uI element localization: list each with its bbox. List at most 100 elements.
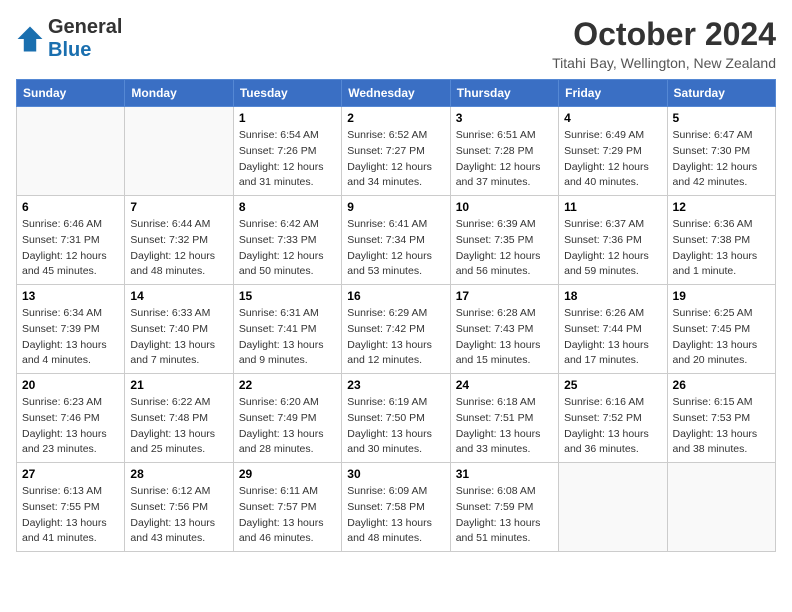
calendar-cell: 10 Sunrise: 6:39 AMSunset: 7:35 PMDayligh…	[450, 196, 558, 285]
calendar-cell: 19 Sunrise: 6:25 AMSunset: 7:45 PMDayligh…	[667, 285, 775, 374]
day-info: Sunrise: 6:26 AMSunset: 7:44 PMDaylight:…	[564, 306, 661, 369]
day-info: Sunrise: 6:39 AMSunset: 7:35 PMDaylight:…	[456, 217, 553, 280]
logo-icon	[16, 25, 44, 53]
day-info: Sunrise: 6:22 AMSunset: 7:48 PMDaylight:…	[130, 395, 227, 458]
calendar-week-row: 1Sunrise: 6:54 AMSunset: 7:26 PMDaylight…	[17, 107, 776, 196]
day-info: Sunrise: 6:19 AMSunset: 7:50 PMDaylight:…	[347, 395, 444, 458]
day-info: Sunrise: 6:33 AMSunset: 7:40 PMDaylight:…	[130, 306, 227, 369]
page-header: General Blue October 2024 Titahi Bay, We…	[16, 16, 776, 71]
day-info: Sunrise: 6:37 AMSunset: 7:36 PMDaylight:…	[564, 217, 661, 280]
weekday-header-saturday: Saturday	[667, 80, 775, 107]
day-number: 11	[564, 200, 661, 214]
day-number: 31	[456, 467, 553, 481]
calendar-week-row: 20Sunrise: 6:23 AMSunset: 7:46 PMDayligh…	[17, 374, 776, 463]
day-number: 26	[673, 378, 770, 392]
calendar-cell: 29 Sunrise: 6:11 AMSunset: 7:57 PMDayligh…	[233, 463, 341, 552]
weekday-header-monday: Monday	[125, 80, 233, 107]
logo: General Blue	[16, 16, 122, 62]
calendar-cell: 21 Sunrise: 6:22 AMSunset: 7:48 PMDayligh…	[125, 374, 233, 463]
weekday-header-thursday: Thursday	[450, 80, 558, 107]
calendar-cell	[559, 463, 667, 552]
month-title: October 2024	[552, 16, 776, 53]
calendar-header-row: SundayMondayTuesdayWednesdayThursdayFrid…	[17, 80, 776, 107]
day-number: 29	[239, 467, 336, 481]
logo-blue-text: Blue	[48, 39, 91, 61]
logo-general-text: General	[48, 16, 122, 39]
day-number: 27	[22, 467, 119, 481]
day-info: Sunrise: 6:54 AMSunset: 7:26 PMDaylight:…	[239, 128, 336, 191]
calendar-week-row: 6 Sunrise: 6:46 AMSunset: 7:31 PMDaylight…	[17, 196, 776, 285]
day-number: 6	[22, 200, 119, 214]
day-number: 24	[456, 378, 553, 392]
day-number: 10	[456, 200, 553, 214]
calendar-cell: 27Sunrise: 6:13 AMSunset: 7:55 PMDayligh…	[17, 463, 125, 552]
calendar-cell	[667, 463, 775, 552]
title-area: October 2024 Titahi Bay, Wellington, New…	[552, 16, 776, 71]
day-number: 20	[22, 378, 119, 392]
calendar-cell: 9Sunrise: 6:41 AMSunset: 7:34 PMDaylight…	[342, 196, 450, 285]
calendar-cell: 23 Sunrise: 6:19 AMSunset: 7:50 PMDayligh…	[342, 374, 450, 463]
day-number: 25	[564, 378, 661, 392]
calendar-cell: 8 Sunrise: 6:42 AMSunset: 7:33 PMDaylight…	[233, 196, 341, 285]
day-number: 8	[239, 200, 336, 214]
calendar-cell: 20Sunrise: 6:23 AMSunset: 7:46 PMDayligh…	[17, 374, 125, 463]
calendar-cell: 24 Sunrise: 6:18 AMSunset: 7:51 PMDayligh…	[450, 374, 558, 463]
day-info: Sunrise: 6:51 AMSunset: 7:28 PMDaylight:…	[456, 128, 553, 191]
day-info: Sunrise: 6:15 AMSunset: 7:53 PMDaylight:…	[673, 395, 770, 458]
day-number: 4	[564, 111, 661, 125]
day-number: 23	[347, 378, 444, 392]
day-number: 21	[130, 378, 227, 392]
day-number: 22	[239, 378, 336, 392]
weekday-header-wednesday: Wednesday	[342, 80, 450, 107]
day-info: Sunrise: 6:47 AMSunset: 7:30 PMDaylight:…	[673, 128, 770, 191]
day-number: 28	[130, 467, 227, 481]
calendar-cell: 13 Sunrise: 6:34 AMSunset: 7:39 PMDayligh…	[17, 285, 125, 374]
calendar-cell: 1Sunrise: 6:54 AMSunset: 7:26 PMDaylight…	[233, 107, 341, 196]
day-info: Sunrise: 6:41 AMSunset: 7:34 PMDaylight:…	[347, 217, 444, 280]
day-info: Sunrise: 6:25 AMSunset: 7:45 PMDaylight:…	[673, 306, 770, 369]
day-number: 17	[456, 289, 553, 303]
calendar-cell: 30Sunrise: 6:09 AMSunset: 7:58 PMDayligh…	[342, 463, 450, 552]
day-info: Sunrise: 6:12 AMSunset: 7:56 PMDaylight:…	[130, 484, 227, 547]
day-number: 2	[347, 111, 444, 125]
day-info: Sunrise: 6:08 AMSunset: 7:59 PMDaylight:…	[456, 484, 553, 547]
day-info: Sunrise: 6:46 AMSunset: 7:31 PMDaylight:…	[22, 217, 119, 280]
day-info: Sunrise: 6:18 AMSunset: 7:51 PMDaylight:…	[456, 395, 553, 458]
day-info: Sunrise: 6:09 AMSunset: 7:58 PMDaylight:…	[347, 484, 444, 547]
calendar-cell: 12Sunrise: 6:36 AMSunset: 7:38 PMDayligh…	[667, 196, 775, 285]
day-info: Sunrise: 6:42 AMSunset: 7:33 PMDaylight:…	[239, 217, 336, 280]
day-number: 5	[673, 111, 770, 125]
calendar-cell: 5 Sunrise: 6:47 AMSunset: 7:30 PMDaylight…	[667, 107, 775, 196]
calendar-cell: 3 Sunrise: 6:51 AMSunset: 7:28 PMDaylight…	[450, 107, 558, 196]
calendar-cell: 25 Sunrise: 6:16 AMSunset: 7:52 PMDayligh…	[559, 374, 667, 463]
calendar-cell: 11 Sunrise: 6:37 AMSunset: 7:36 PMDayligh…	[559, 196, 667, 285]
weekday-header-friday: Friday	[559, 80, 667, 107]
calendar-cell: 31 Sunrise: 6:08 AMSunset: 7:59 PMDayligh…	[450, 463, 558, 552]
day-info: Sunrise: 6:34 AMSunset: 7:39 PMDaylight:…	[22, 306, 119, 369]
day-info: Sunrise: 6:28 AMSunset: 7:43 PMDaylight:…	[456, 306, 553, 369]
day-info: Sunrise: 6:16 AMSunset: 7:52 PMDaylight:…	[564, 395, 661, 458]
calendar-week-row: 13 Sunrise: 6:34 AMSunset: 7:39 PMDayligh…	[17, 285, 776, 374]
day-number: 19	[673, 289, 770, 303]
day-info: Sunrise: 6:31 AMSunset: 7:41 PMDaylight:…	[239, 306, 336, 369]
day-info: Sunrise: 6:36 AMSunset: 7:38 PMDaylight:…	[673, 217, 770, 280]
day-info: Sunrise: 6:20 AMSunset: 7:49 PMDaylight:…	[239, 395, 336, 458]
weekday-header-sunday: Sunday	[17, 80, 125, 107]
day-number: 15	[239, 289, 336, 303]
day-info: Sunrise: 6:29 AMSunset: 7:42 PMDaylight:…	[347, 306, 444, 369]
day-number: 7	[130, 200, 227, 214]
calendar-cell: 2Sunrise: 6:52 AMSunset: 7:27 PMDaylight…	[342, 107, 450, 196]
day-number: 14	[130, 289, 227, 303]
calendar-cell: 15 Sunrise: 6:31 AMSunset: 7:41 PMDayligh…	[233, 285, 341, 374]
day-number: 3	[456, 111, 553, 125]
calendar-cell: 7 Sunrise: 6:44 AMSunset: 7:32 PMDaylight…	[125, 196, 233, 285]
calendar-cell: 17 Sunrise: 6:28 AMSunset: 7:43 PMDayligh…	[450, 285, 558, 374]
day-info: Sunrise: 6:44 AMSunset: 7:32 PMDaylight:…	[130, 217, 227, 280]
calendar-cell	[125, 107, 233, 196]
location-title: Titahi Bay, Wellington, New Zealand	[552, 55, 776, 71]
day-info: Sunrise: 6:11 AMSunset: 7:57 PMDaylight:…	[239, 484, 336, 547]
day-number: 13	[22, 289, 119, 303]
day-info: Sunrise: 6:49 AMSunset: 7:29 PMDaylight:…	[564, 128, 661, 191]
calendar-cell: 22 Sunrise: 6:20 AMSunset: 7:49 PMDayligh…	[233, 374, 341, 463]
calendar-cell: 6 Sunrise: 6:46 AMSunset: 7:31 PMDaylight…	[17, 196, 125, 285]
